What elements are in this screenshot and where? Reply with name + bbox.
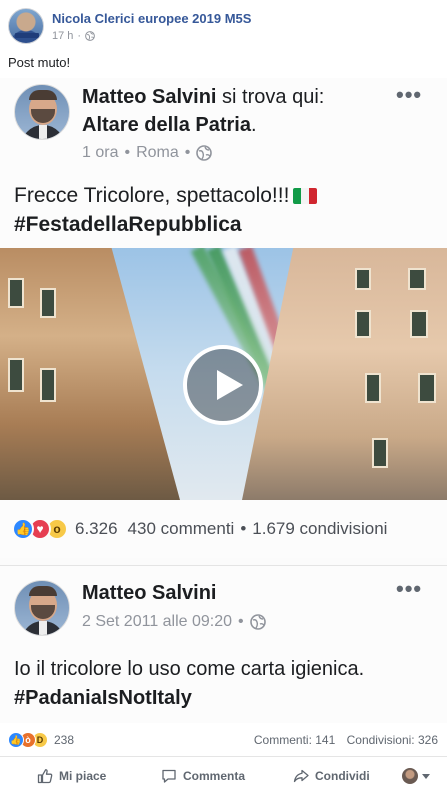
thumbs-up-icon [37, 769, 53, 784]
like-label: Mi piace [59, 769, 107, 783]
post-header: Nicola Clerici europee 2019 M5S 17 h · [0, 0, 447, 48]
meta-separator: • [124, 144, 131, 161]
window [40, 368, 56, 402]
more-options-icon: ••• [396, 576, 423, 601]
screenshot-location: Roma [136, 144, 179, 161]
screenshot-place-line: Altare della Patria. [82, 114, 257, 137]
window [418, 373, 436, 403]
screenshot-comments: 430 commenti [127, 519, 235, 538]
author-avatar[interactable] [8, 8, 44, 44]
window [8, 358, 24, 392]
italian-flag-icon [293, 188, 318, 204]
shares-count[interactable]: Condivisioni: 326 [347, 733, 438, 747]
video-thumbnail [0, 248, 447, 500]
building-left [0, 248, 180, 500]
like-reaction-icon: 👍 [12, 518, 34, 540]
window [8, 278, 24, 308]
comment-button[interactable]: Commenta [161, 768, 245, 784]
like-button[interactable]: Mi piace [37, 768, 106, 784]
globe-icon [196, 145, 213, 161]
globe-icon[interactable] [85, 31, 95, 41]
like-reaction-icon: 👍 [8, 732, 24, 748]
screenshot-post-2: Matteo Salvini 2 Set 2011 alle 09:20 • •… [0, 565, 447, 723]
reactions-count: 238 [54, 733, 75, 747]
share-label: Condividi [315, 769, 370, 783]
screenshot-reactions-row: 👍 ♥ o 6.326 430 commenti • 1.679 condivi… [12, 518, 387, 540]
screenshot-author: Matteo Salvini [82, 86, 217, 108]
screenshot-date: 2 Set 2011 alle 09:20 [82, 613, 233, 630]
screenshot-hashtag: #PadaniaIsNotItaly [14, 687, 192, 709]
post-text: Post muto! [8, 55, 71, 70]
screenshot-post-text-line1: Frecce Tricolore, spettacolo!!! [14, 181, 318, 211]
share-icon [293, 769, 309, 783]
stats-right: Commenti: 141 Condivisioni: 326 [254, 733, 438, 747]
stats-separator: • [240, 519, 247, 538]
comment-label: Commenta [183, 769, 246, 783]
screenshot-place: Altare della Patria [82, 114, 251, 136]
comments-count[interactable]: Commenti: 141 [254, 733, 335, 747]
screenshot-reaction-count: 6.326 [75, 519, 118, 538]
screenshot-meta: 1 ora • Roma • [82, 144, 213, 162]
window [355, 268, 371, 290]
screenshot-author: Matteo Salvini [82, 582, 217, 604]
screenshot-post-text: Frecce Tricolore, spettacolo!!! [14, 184, 290, 207]
screenshot-hashtag: #FestadellaRepubblica [14, 213, 242, 236]
caret-down-icon [422, 773, 430, 779]
post-time[interactable]: 17 h [52, 30, 73, 42]
screenshot-action: si trova qui: [222, 86, 325, 108]
post-meta: 17 h · [52, 30, 95, 42]
screenshot-meta: 2 Set 2011 alle 09:20 • [82, 613, 266, 631]
window [410, 310, 428, 338]
post-stats: 👍 ò D 238 Commenti: 141 Condivisioni: 32… [0, 726, 447, 752]
screenshot-place-suffix: . [250, 114, 257, 136]
meta-separator: • [184, 144, 191, 161]
screenshot-post-text: Io il tricolore lo uso come carta igieni… [14, 658, 365, 680]
screenshot-time: 1 ora [82, 144, 119, 161]
window [372, 438, 388, 468]
meta-separator: • [238, 613, 244, 630]
window [408, 268, 426, 290]
play-icon [183, 345, 263, 425]
screenshot-post-1: Matteo Salvini si trova qui: Altare dell… [0, 78, 447, 558]
more-options-icon: ••• [396, 82, 423, 107]
reaction-identity-selector[interactable] [402, 768, 430, 784]
action-bar: Mi piace Commenta Condividi [0, 756, 447, 794]
salvini-avatar [14, 580, 70, 636]
screenshot-hashtag-line: #PadaniaIsNotItaly [14, 683, 192, 713]
window [365, 373, 381, 403]
window [355, 310, 371, 338]
author-name[interactable]: Nicola Clerici europee 2019 M5S [52, 11, 251, 26]
salvini-avatar [14, 84, 70, 140]
reactions-summary[interactable]: 👍 ò D 238 [8, 732, 74, 748]
window [40, 288, 56, 318]
share-button[interactable]: Condividi [293, 768, 370, 784]
user-avatar [402, 768, 418, 784]
screenshot-hashtag-line: #FestadellaRepubblica [14, 210, 242, 240]
globe-icon [249, 614, 266, 630]
shared-screenshot[interactable]: Matteo Salvini si trova qui: Altare dell… [0, 78, 447, 723]
screenshot-author-line: Matteo Salvini si trova qui: [82, 86, 324, 109]
comment-icon [162, 769, 176, 783]
screenshot-shares: 1.679 condivisioni [252, 519, 388, 538]
